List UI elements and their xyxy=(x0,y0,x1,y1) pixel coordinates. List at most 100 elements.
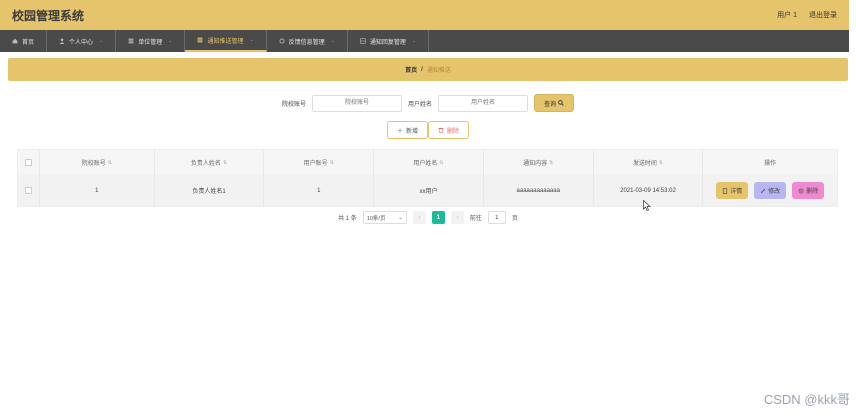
nav-item-feedback[interactable]: 反馈信息管理 ⌄ xyxy=(267,30,348,52)
plus-icon: ＋ xyxy=(396,128,403,135)
sort-icon: ⇅ xyxy=(107,159,112,166)
goto-page-input[interactable] xyxy=(487,211,506,224)
add-button[interactable]: ＋ 新增 xyxy=(386,121,428,139)
col-header-label: 通知内容 xyxy=(523,161,548,167)
nav-item-label: 首页 xyxy=(22,39,35,46)
col-header-label: 院校账号 xyxy=(81,161,106,167)
goto-label: 前往 xyxy=(469,216,482,222)
col-header-user-account[interactable]: 用户账号 ⇅ xyxy=(264,150,375,175)
logout-link[interactable]: 退出登录 xyxy=(809,10,837,20)
watermark: CSDN @kkk哥 xyxy=(763,392,850,407)
table-header: 院校账号 ⇅ 负责人姓名 ⇅ 用户账号 ⇅ 用户姓名 ⇅ 通知内容 ⇅ 发送时间 ⇅ 操作 xyxy=(18,150,837,175)
list-icon xyxy=(128,38,134,44)
nav-item-unit[interactable]: 单位管理 ⌄ xyxy=(116,30,186,52)
col-header-school-account[interactable]: 院校账号 ⇅ xyxy=(40,150,155,175)
chevron-down-icon: ⌄ xyxy=(330,38,335,44)
cell-actions: 详情 修改 删除 xyxy=(703,175,837,206)
school-account-label: 院校账号 xyxy=(281,101,306,108)
user-name-label: 用户姓名 xyxy=(408,101,433,108)
sort-icon: ⇅ xyxy=(658,159,664,166)
main-content: 院校账号 用户姓名 查询 ＋ 新增 删除 院校账号⇅ 负责人姓名⇅ 用户账号⇅ … xyxy=(8,83,848,231)
col-header-content[interactable]: 通知内容 ⇅ xyxy=(484,150,594,175)
nav-item-profile[interactable]: 个人中心 ⌄ xyxy=(47,30,117,52)
nav-item-notice-reply[interactable]: 通知回复管理 ⌄ xyxy=(348,30,430,52)
row-checkbox-cell xyxy=(18,175,40,206)
edit-button-label: 修改 xyxy=(768,189,781,195)
chevron-down-icon: ⌄ xyxy=(168,38,173,44)
nav-item-notice-push[interactable]: 通知推送管理 ⌄ xyxy=(185,30,267,52)
page-size-select[interactable]: 10条/页 ⌄ xyxy=(362,211,407,224)
chevron-down-icon: ⌄ xyxy=(398,214,403,221)
edit-icon xyxy=(761,188,766,193)
col-header-label: 用户姓名 xyxy=(413,161,438,167)
chevron-down-icon: ⌄ xyxy=(99,38,104,44)
chevron-right-icon: › xyxy=(456,214,459,221)
table-row: 1 负责人姓名1 1 xx用户 aaaaaaaaaaaaa 2021-03-09… xyxy=(18,175,837,206)
home-icon xyxy=(12,38,18,44)
next-page-button[interactable]: › xyxy=(450,211,464,224)
user-name-input[interactable] xyxy=(438,94,529,112)
bulk-delete-button[interactable]: 删除 xyxy=(428,121,470,139)
delete-icon xyxy=(798,188,804,193)
select-all-checkbox[interactable] xyxy=(24,159,32,166)
nav-item-label: 单位管理 xyxy=(138,39,163,46)
app-header: 校园管理系统 用户 1 退出登录 xyxy=(0,0,849,30)
col-header-leader-name[interactable]: 负责人姓名 ⇅ xyxy=(155,150,265,175)
chevron-down-icon: ⌄ xyxy=(411,38,417,44)
page-size-value: 10条/页 xyxy=(366,215,386,222)
row-delete-button-label: 删除 xyxy=(806,189,819,195)
grid-icon xyxy=(360,38,366,44)
cell-user-account: 1 xyxy=(264,175,375,206)
search-button-label: 查询 xyxy=(544,101,557,108)
sort-icon: ⇅ xyxy=(329,159,334,166)
sort-icon: ⇅ xyxy=(222,159,228,166)
app-title: 校园管理系统 xyxy=(12,8,85,23)
detail-button-label: 详情 xyxy=(730,189,743,195)
list-icon xyxy=(198,37,203,43)
data-table: 院校账号 ⇅ 负责人姓名 ⇅ 用户账号 ⇅ 用户姓名 ⇅ 通知内容 ⇅ 发送时间 ⇅ 操作 … xyxy=(17,149,838,207)
col-header-label: 发送时间 xyxy=(632,161,657,167)
chevron-down-icon: ⌄ xyxy=(249,37,254,43)
page-number-current[interactable]: 1 xyxy=(431,211,445,224)
user-icon xyxy=(59,38,65,44)
mouse-cursor-icon xyxy=(643,200,651,211)
total-count: 共 1 条 xyxy=(338,216,357,222)
breadcrumb-home[interactable]: 首页 xyxy=(405,65,417,74)
search-button[interactable]: 查询 xyxy=(534,94,575,112)
sort-icon: ⇅ xyxy=(439,159,444,166)
add-button-label: 新增 xyxy=(405,128,418,135)
page-unit-label: 页 xyxy=(511,216,518,222)
nav-item-label: 通知回复管理 xyxy=(369,39,406,46)
delete-button-label: 删除 xyxy=(447,128,460,135)
col-header-send-time[interactable]: 发送时间 ⇅ xyxy=(594,150,704,175)
detail-button[interactable]: 详情 xyxy=(716,182,749,199)
col-header-label: 操作 xyxy=(764,161,777,167)
header-checkbox-cell xyxy=(18,150,40,175)
top-nav: 首页 个人中心 ⌄ 单位管理 ⌄ 通知推送管理 ⌄ 反馈信息管理 ⌄ 通知回复管… xyxy=(0,30,849,52)
row-checkbox[interactable] xyxy=(24,187,32,194)
nav-item-home[interactable]: 首页 xyxy=(0,30,48,52)
col-header-actions: 操作 xyxy=(703,150,837,175)
header-user-area: 用户 1 退出登录 xyxy=(777,10,837,20)
row-delete-button[interactable]: 删除 xyxy=(792,182,825,199)
cell-user-name: xx用户 xyxy=(374,175,484,206)
cell-content: aaaaaaaaaaaaa xyxy=(484,175,594,206)
pagination: 共 1 条 10条/页 ⌄ ‹ 1 › 前往 页 xyxy=(8,211,848,224)
current-user-label[interactable]: 用户 1 xyxy=(777,10,797,20)
col-header-label: 负责人姓名 xyxy=(190,161,221,167)
school-account-input[interactable] xyxy=(312,94,402,112)
trash-icon xyxy=(438,127,444,133)
circle-icon xyxy=(279,38,285,44)
search-icon xyxy=(558,100,564,106)
document-icon xyxy=(723,187,728,194)
col-header-user-name[interactable]: 用户姓名 ⇅ xyxy=(374,150,484,175)
breadcrumb-current: 通知推送 xyxy=(426,68,451,74)
prev-page-button[interactable]: ‹ xyxy=(412,211,426,224)
action-buttons: ＋ 新增 删除 xyxy=(8,121,848,139)
edit-button[interactable]: 修改 xyxy=(754,182,787,199)
cell-leader-name: 负责人姓名1 xyxy=(155,175,265,206)
chevron-left-icon: ‹ xyxy=(418,214,421,221)
cell-school-account: 1 xyxy=(40,175,155,206)
nav-item-label: 通知推送管理 xyxy=(207,38,244,45)
breadcrumb-separator: / xyxy=(421,66,423,73)
